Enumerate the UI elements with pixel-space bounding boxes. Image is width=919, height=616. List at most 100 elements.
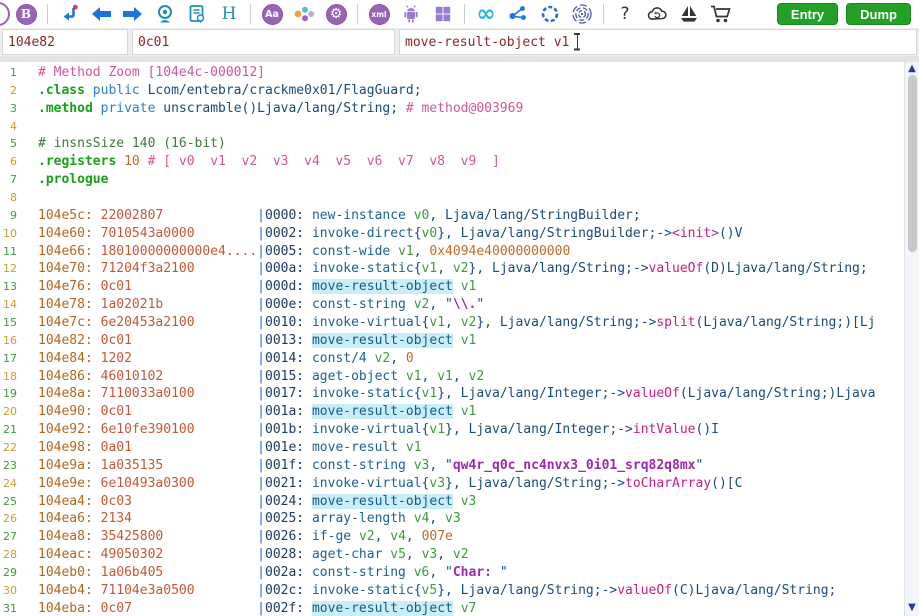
code-text: .registers 10 # [ v0 v1 v2 v3 v4 v5 v6 v… xyxy=(38,154,500,170)
code-line[interactable]: 20 104e90: 0c01 |001a: move-result-object… xyxy=(0,403,919,421)
windows-icon[interactable] xyxy=(432,3,454,25)
search-row xyxy=(0,28,919,56)
code-line[interactable]: 21 104e92: 6e10fe390100 |001b: invoke-vir… xyxy=(0,421,919,439)
code-line[interactable]: 15 104e7c: 6e20453a2100 |0010: invoke-vir… xyxy=(0,314,919,332)
toolbar-separator xyxy=(47,4,48,24)
code-line[interactable]: 22 104e98: 0a01 |001e: move-result v1 xyxy=(0,439,919,457)
address-search-input[interactable] xyxy=(2,29,128,55)
code-line[interactable]: 1 # Method Zoom [104e4c-000012] xyxy=(0,64,919,82)
code-text: 104e8a: 7110033a0100 |0017: invoke-stati… xyxy=(38,386,876,402)
android-icon[interactable] xyxy=(400,3,422,25)
code-line[interactable]: 9 104e5c: 22002807 |0000: new-instance v0… xyxy=(0,207,919,225)
code-text: 104e76: 0c01 |000d: move-result-object v… xyxy=(38,279,477,295)
code-text: 104eba: 0c07 |002f: move-result-object v… xyxy=(38,600,477,616)
line-number: 17 xyxy=(3,351,17,365)
code-text: .class public Lcom/entebra/crackme0x01/F… xyxy=(38,82,422,98)
code-text: 104e82: 0c01 |0013: move-result-object v… xyxy=(38,332,477,348)
code-line[interactable]: 17 104e84: 1202 |0014: const/4 v2, 0 xyxy=(0,350,919,368)
heading-h-icon[interactable]: H xyxy=(218,3,240,25)
fingerprint-icon[interactable] xyxy=(571,3,593,25)
code-line[interactable]: 31 104eba: 0c07 |002f: move-result-object… xyxy=(0,600,919,616)
code-text: 104e7c: 6e20453a2100 |0010: invoke-virtu… xyxy=(38,315,876,331)
infinity-icon[interactable]: ∞ xyxy=(475,0,497,27)
code-line[interactable]: 13 104e76: 0c01 |000d: move-result-object… xyxy=(0,278,919,296)
code-line[interactable]: 8 xyxy=(0,189,919,207)
b-badge-glyph: B xyxy=(15,3,37,25)
code-line[interactable]: 2 .class public Lcom/entebra/crackme0x01/… xyxy=(0,82,919,100)
line-number: 6 xyxy=(10,155,17,169)
scrollbar-thumb[interactable] xyxy=(907,75,917,252)
line-number: 20 xyxy=(3,405,17,419)
font-case-glyph: Aa xyxy=(261,3,283,25)
line-number: 30 xyxy=(3,583,17,597)
code-text: 104e86: 46010102 |0015: aget-object v1, … xyxy=(38,368,485,384)
code-line[interactable]: 3 .method private unscramble()Ljava/lang/… xyxy=(0,100,919,118)
goto-jump-icon[interactable] xyxy=(58,3,80,25)
xml-badge-icon[interactable]: xml xyxy=(368,3,390,25)
code-line[interactable]: 23 104e9a: 1a035135 |001f: const-string v… xyxy=(0,457,919,475)
code-text: 104eb4: 71104e3a0500 |002c: invoke-stati… xyxy=(38,582,837,598)
code-line[interactable]: 18 104e86: 46010102 |0015: aget-object v1… xyxy=(0,368,919,386)
disassembly-view: 1 # Method Zoom [104e4c-000012] 2 .class pu… xyxy=(0,62,919,616)
help-icon[interactable]: ? xyxy=(614,3,636,25)
code-line[interactable]: 19 104e8a: 7110033a0100 |0017: invoke-sta… xyxy=(0,385,919,403)
forward-arrow-icon[interactable] xyxy=(122,3,144,25)
cart-icon[interactable] xyxy=(710,3,732,25)
code-lines: 1 # Method Zoom [104e4c-000012] 2 .class pu… xyxy=(0,62,919,616)
line-number: 7 xyxy=(10,173,17,187)
code-text: # insnsSize 140 (16-bit) xyxy=(38,136,226,152)
code-line[interactable]: 5 # insnsSize 140 (16-bit) xyxy=(0,135,919,153)
code-line[interactable]: 26 104ea6: 2134 |0025: array-length v4, v… xyxy=(0,510,919,528)
toolbar-separator xyxy=(603,4,604,24)
app-window: B H Aa ⚙ xml ∞ ? Entry Dump 104e82 0c01 … xyxy=(0,0,919,616)
b-badge-icon[interactable]: B xyxy=(15,3,37,25)
line-number: 23 xyxy=(3,458,17,472)
line-number: 14 xyxy=(3,298,17,312)
instruction-search-input[interactable] xyxy=(399,29,917,55)
webcam-icon[interactable] xyxy=(154,3,176,25)
report-certificate-icon[interactable] xyxy=(186,3,208,25)
share-graph-icon[interactable] xyxy=(507,3,529,25)
line-number: 3 xyxy=(10,101,17,115)
toolbar-separator xyxy=(464,4,465,24)
code-line[interactable]: 24 104e9e: 6e10493a0300 |0021: invoke-vir… xyxy=(0,475,919,493)
infinity-glyph: ∞ xyxy=(476,0,496,27)
code-line[interactable]: 11 104e66: 18010000000000e4....|0005: con… xyxy=(0,243,919,261)
code-line[interactable]: 10 104e60: 7010543a0000 |0002: invoke-dir… xyxy=(0,225,919,243)
scroll-down-arrow[interactable]: ▼ xyxy=(905,602,919,614)
cloud-sync-icon[interactable] xyxy=(646,3,668,25)
back-arrow-icon[interactable] xyxy=(90,3,112,25)
line-number: 12 xyxy=(3,262,17,276)
dump-button[interactable]: Dump xyxy=(846,3,911,25)
settings-gear-icon[interactable]: ⚙ xyxy=(325,3,347,25)
line-number: 11 xyxy=(3,244,17,258)
scroll-up-arrow[interactable]: ▲ xyxy=(905,63,919,75)
code-line[interactable]: 25 104ea4: 0c03 |0024: move-result-object… xyxy=(0,493,919,511)
code-line[interactable]: 12 104e70: 71204f3a2100 |000a: invoke-sta… xyxy=(0,260,919,278)
code-line[interactable]: 28 104eac: 49050302 |0028: aget-char v5, … xyxy=(0,546,919,564)
code-line[interactable]: 7 .prologue xyxy=(0,171,919,189)
line-number: 26 xyxy=(3,512,17,526)
color-dots-icon[interactable] xyxy=(293,3,315,25)
xml-badge-glyph: xml xyxy=(368,3,390,25)
code-line[interactable]: 27 104ea8: 35425800 |0026: if-ge v2, v4, … xyxy=(0,528,919,546)
dashed-circle-icon[interactable] xyxy=(539,3,561,25)
font-case-icon[interactable]: Aa xyxy=(261,3,283,25)
code-line[interactable]: 30 104eb4: 71104e3a0500 |002c: invoke-sta… xyxy=(0,582,919,600)
clipped-badge-icon[interactable] xyxy=(0,2,10,26)
code-line[interactable]: 16 104e82: 0c01 |0013: move-result-object… xyxy=(0,332,919,350)
toolbar-separator xyxy=(357,4,358,24)
code-line[interactable]: 6 .registers 10 # [ v0 v1 v2 v3 v4 v5 v6 … xyxy=(0,153,919,171)
opcode-search-input[interactable] xyxy=(132,29,395,55)
code-line[interactable]: 14 104e78: 1a02021b |000e: const-string v… xyxy=(0,296,919,314)
line-number: 5 xyxy=(10,137,17,151)
sailboat-icon[interactable] xyxy=(678,3,700,25)
code-text: 104ea8: 35425800 |0026: if-ge v2, v4, 00… xyxy=(38,529,453,545)
entry-button[interactable]: Entry xyxy=(776,3,839,25)
toolbar-separator xyxy=(250,4,251,24)
code-line[interactable]: 4 xyxy=(0,118,919,136)
code-line[interactable]: 29 104eb0: 1a06b405 |002a: const-string v… xyxy=(0,564,919,582)
line-number: 22 xyxy=(3,441,17,455)
help-glyph: ? xyxy=(620,4,630,24)
scrollbar[interactable]: ▲ ▼ xyxy=(904,62,919,616)
